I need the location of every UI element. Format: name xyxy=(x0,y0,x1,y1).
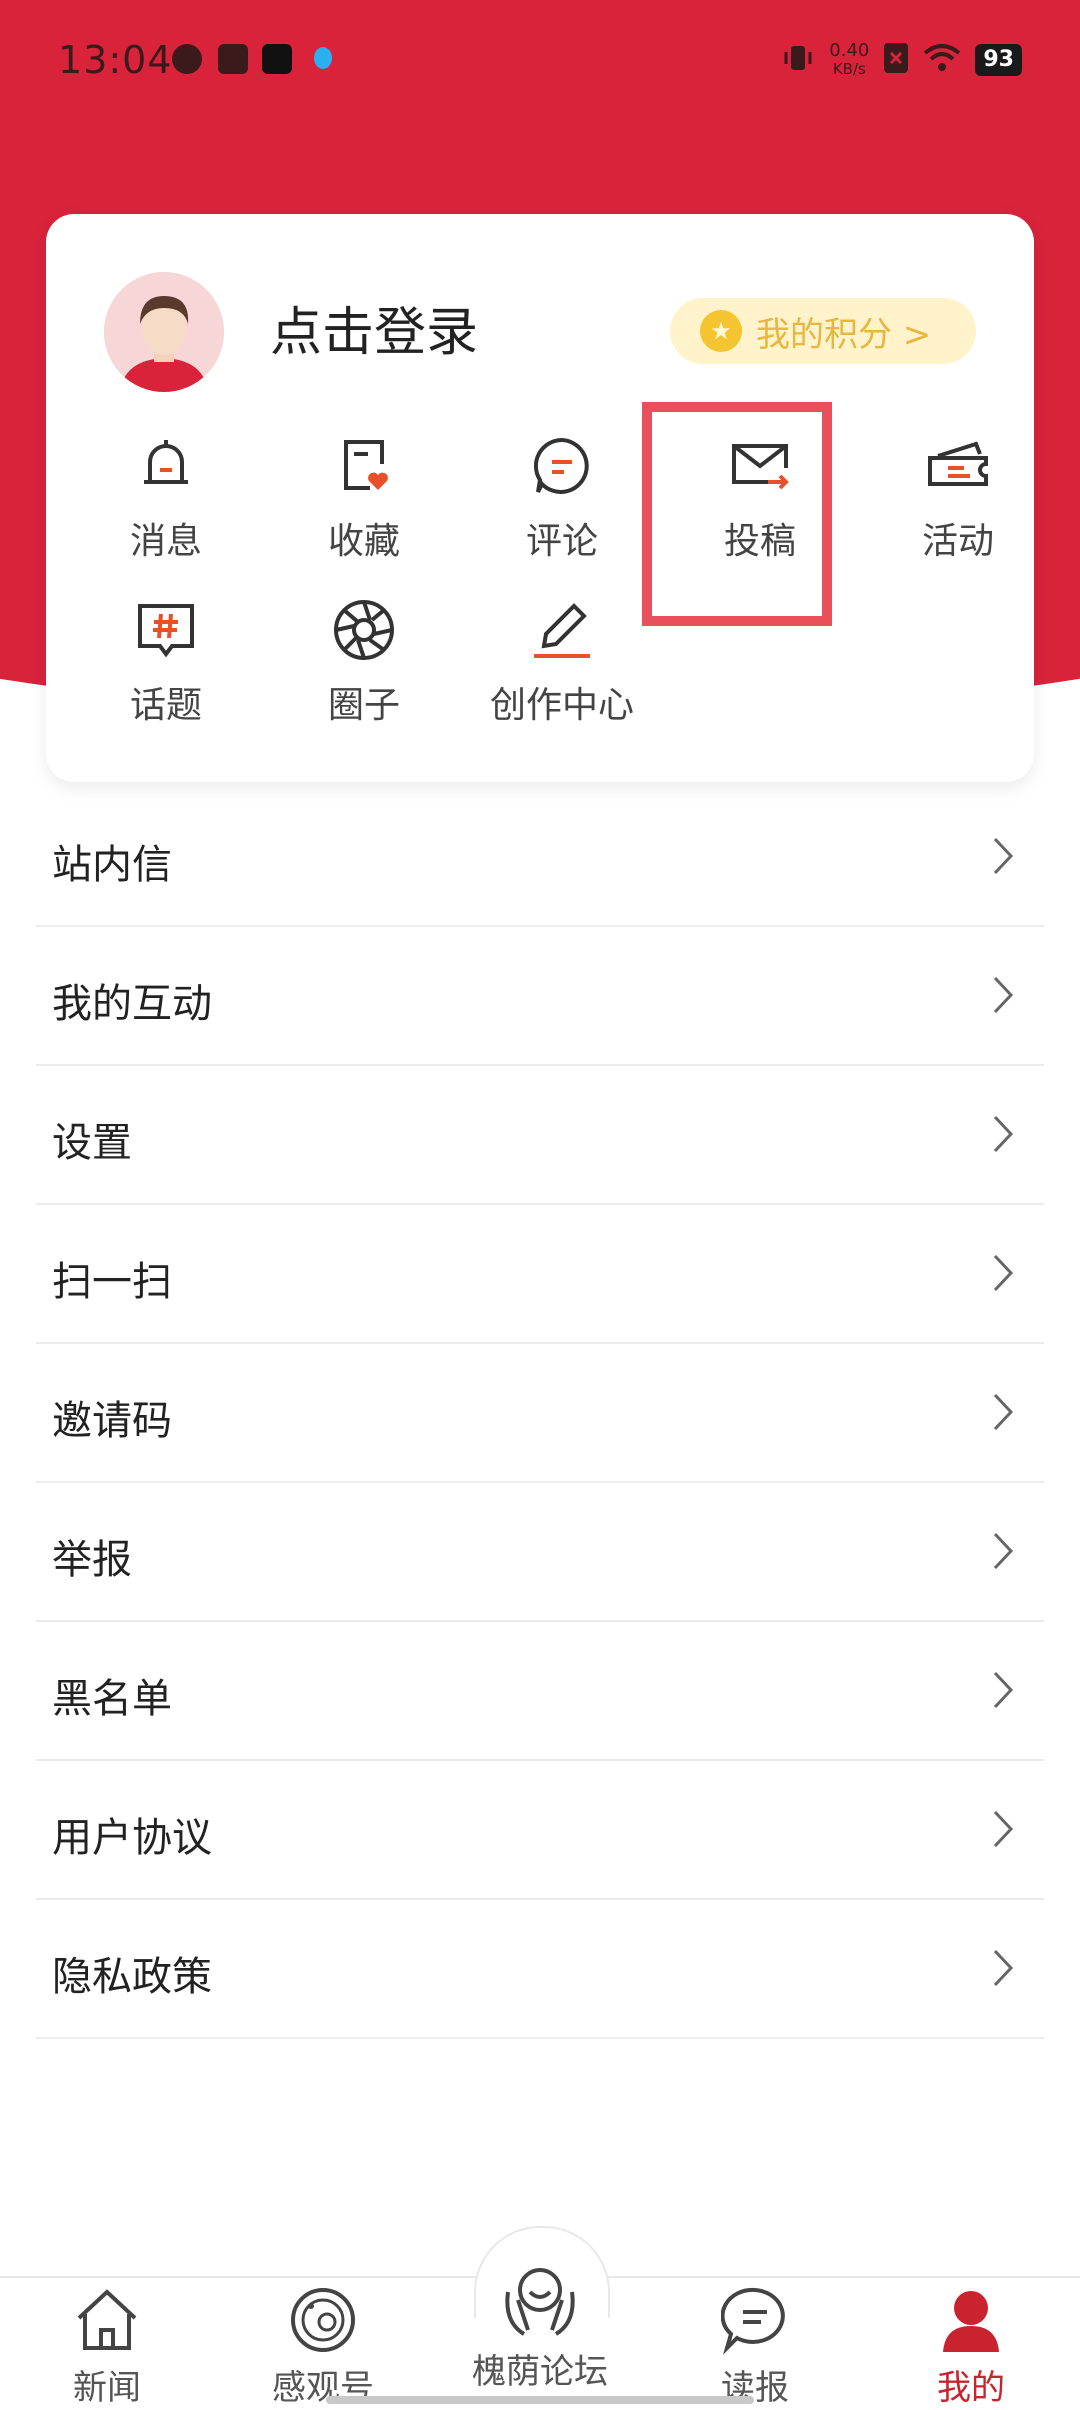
menu-item-interactions[interactable]: 我的互动 xyxy=(36,927,1044,1066)
menu-item-label: 黑名单 xyxy=(52,1676,172,1722)
tab-mine[interactable]: 我的 xyxy=(886,2286,1056,2409)
menu-item-blacklist[interactable]: 黑名单 xyxy=(36,1622,1044,1761)
menu-item-user-agreement[interactable]: 用户协议 xyxy=(36,1761,1044,1900)
tab-newspaper[interactable]: 读报 xyxy=(670,2286,840,2409)
menu-item-settings[interactable]: 设置 xyxy=(36,1066,1044,1205)
action-messages[interactable]: 消息 xyxy=(86,434,246,584)
sim-off-icon xyxy=(883,42,909,78)
net-speed-unit: KB/s xyxy=(832,60,866,78)
chevron-right-icon xyxy=(993,1671,1014,1709)
forum-hands-icon xyxy=(505,2268,575,2336)
menu-item-privacy-policy[interactable]: 隐私政策 xyxy=(36,1900,1044,2039)
tab-label: 我的 xyxy=(937,2368,1005,2408)
aperture-icon xyxy=(334,600,394,660)
chevron-right-icon xyxy=(993,1949,1014,1987)
favorite-note-icon xyxy=(344,440,388,490)
tab-news[interactable]: 新闻 xyxy=(22,2286,192,2409)
hashtag-icon xyxy=(138,604,194,658)
chevron-right-icon xyxy=(993,1115,1014,1153)
login-button[interactable]: 点击登录 xyxy=(270,290,478,365)
action-label: 话题 xyxy=(129,685,202,726)
planet-icon xyxy=(291,2288,355,2352)
chevron-right-icon xyxy=(993,976,1014,1014)
ticket-icon xyxy=(928,441,988,486)
action-label: 评论 xyxy=(525,521,598,562)
tab-label: 新闻 xyxy=(73,2368,141,2408)
menu-item-label: 隐私政策 xyxy=(52,1954,212,2000)
user-icon xyxy=(943,2291,999,2352)
action-label: 创作中心 xyxy=(489,685,634,726)
action-label: 圈子 xyxy=(327,685,400,726)
qq-icon xyxy=(308,44,338,74)
star-coin-icon: ★ xyxy=(700,310,742,352)
home-icon xyxy=(77,2289,137,2350)
vibrate-icon xyxy=(781,41,815,79)
battery-level: 93 xyxy=(975,44,1022,76)
points-label: 我的积分 > xyxy=(756,314,932,355)
status-time: 13:04 xyxy=(58,38,173,82)
avatar[interactable] xyxy=(104,272,224,392)
settings-menu: 站内信 我的互动 设置 扫一扫 邀请码 举报 黑名单 用户协议 隐私政策 xyxy=(36,788,1044,2039)
action-creator-center[interactable]: 创作中心 xyxy=(482,598,642,748)
chevron-right-icon xyxy=(993,837,1014,875)
menu-item-invite-code[interactable]: 邀请码 xyxy=(36,1344,1044,1483)
action-activities[interactable]: 活动 xyxy=(878,434,1038,584)
action-label: 消息 xyxy=(129,521,202,562)
points-button[interactable]: ★ 我的积分 > xyxy=(670,298,976,364)
tab-forum[interactable]: 槐荫论坛 xyxy=(455,2262,625,2393)
menu-item-label: 邀请码 xyxy=(52,1398,172,1444)
menu-item-report[interactable]: 举报 xyxy=(36,1483,1044,1622)
menu-item-label: 我的互动 xyxy=(52,981,212,1027)
action-topics[interactable]: 话题 xyxy=(86,598,246,748)
action-label: 收藏 xyxy=(327,521,400,562)
comment-icon xyxy=(533,437,589,494)
menu-item-scan[interactable]: 扫一扫 xyxy=(36,1205,1044,1344)
menu-item-label: 用户协议 xyxy=(52,1815,212,1861)
status-bar: 13:04 0.40 KB/s 93 xyxy=(0,0,1080,130)
highlight-box xyxy=(642,402,832,626)
action-circles[interactable]: 圈子 xyxy=(284,598,444,748)
chevron-right-icon xyxy=(993,1532,1014,1570)
tab-ganguan[interactable]: 感观号 xyxy=(238,2286,408,2409)
tiktok-icon xyxy=(262,44,292,74)
mail-notification-icon xyxy=(218,44,248,74)
wifi-icon xyxy=(923,43,961,77)
menu-item-inbox[interactable]: 站内信 xyxy=(36,788,1044,927)
menu-item-label: 扫一扫 xyxy=(52,1259,172,1305)
menu-item-label: 设置 xyxy=(52,1120,132,1166)
action-label: 活动 xyxy=(921,521,994,562)
app-notification-icon xyxy=(172,44,202,74)
action-comments[interactable]: 评论 xyxy=(482,434,642,584)
chevron-right-icon xyxy=(993,1810,1014,1848)
menu-item-label: 站内信 xyxy=(52,842,172,888)
chat-bubble-icon xyxy=(720,2287,785,2355)
profile-card: 点击登录 ★ 我的积分 > 消息 收藏 评论 投稿 活动 话题 圈子 创作中心 xyxy=(46,214,1034,782)
net-speed-value: 0.40 xyxy=(829,40,870,61)
chevron-right-icon xyxy=(993,1254,1014,1292)
tab-label: 槐荫论坛 xyxy=(472,2352,608,2392)
bell-icon xyxy=(144,440,188,484)
pencil-icon xyxy=(534,603,590,658)
home-indicator[interactable] xyxy=(326,2396,754,2404)
menu-item-label: 举报 xyxy=(52,1537,132,1583)
chevron-right-icon xyxy=(993,1393,1014,1431)
action-favorites[interactable]: 收藏 xyxy=(284,434,444,584)
net-speed: 0.40 KB/s xyxy=(829,40,870,79)
